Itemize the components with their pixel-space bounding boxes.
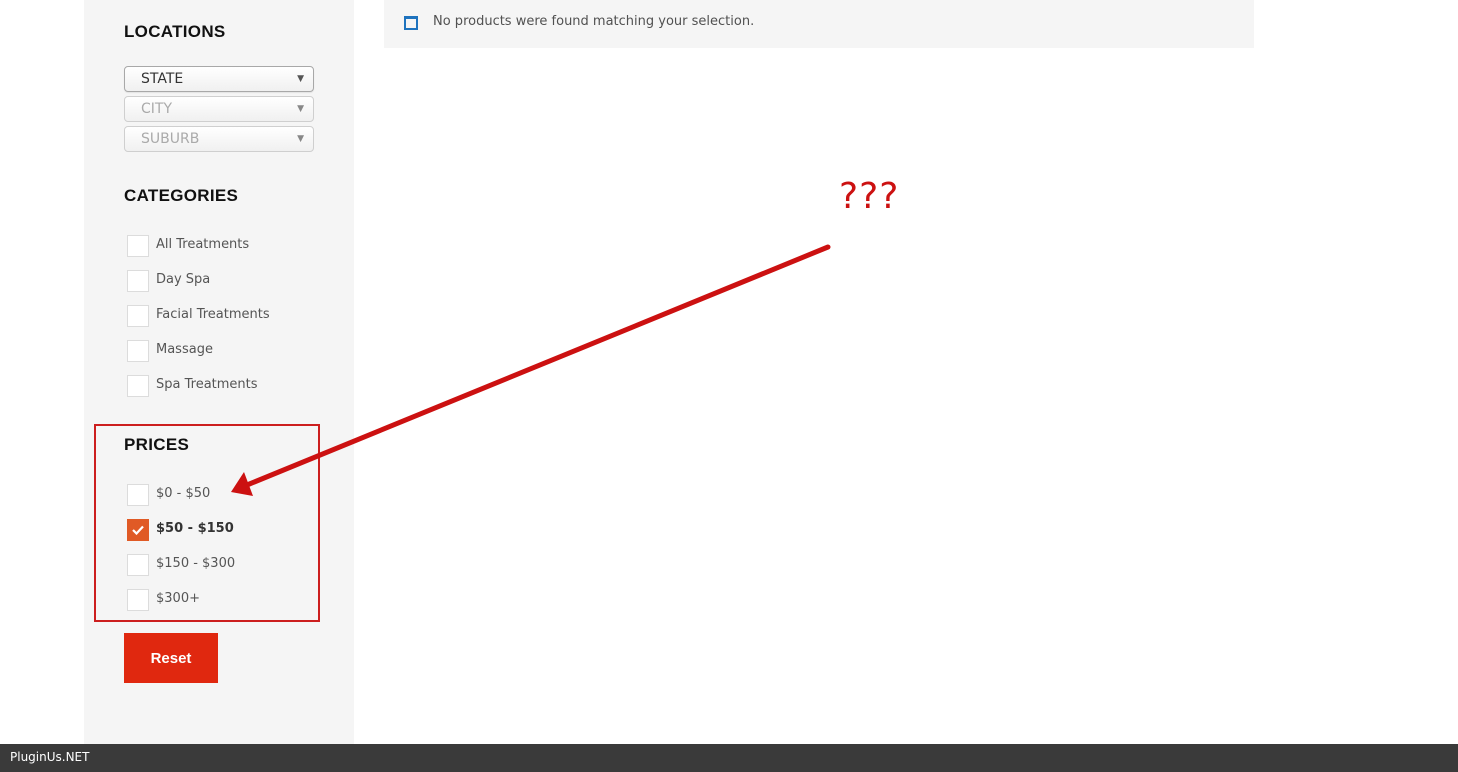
footer-bar: PluginUs.NET [0, 744, 1458, 772]
footer-brand: PluginUs.NET [10, 750, 90, 764]
annotation-arrow-icon [231, 244, 831, 496]
